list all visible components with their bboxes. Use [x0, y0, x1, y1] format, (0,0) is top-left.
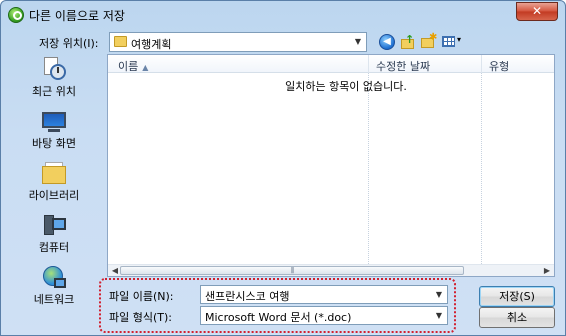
scroll-left-icon[interactable]: ◀	[110, 266, 120, 276]
up-folder-icon[interactable]: ↑	[400, 33, 416, 50]
close-button[interactable]: ✕	[516, 2, 558, 21]
app-logo-icon	[8, 7, 24, 23]
sparkle-icon: ✱	[429, 32, 438, 43]
chevron-down-icon: ▾	[457, 35, 462, 44]
file-type-value: Microsoft Word 문서 (*.doc)	[205, 311, 352, 324]
file-name-input[interactable]: 샌프란시스코 여행 ▼	[200, 285, 448, 304]
title-bar[interactable]: 다른 이름으로 저장 ✕	[1, 1, 565, 29]
place-label: 바탕 화면	[32, 137, 76, 150]
desktop-icon	[40, 108, 68, 136]
network-icon	[40, 264, 68, 292]
recent-places-icon	[40, 56, 68, 84]
save-button[interactable]: 저장(S)	[479, 286, 555, 307]
cancel-button[interactable]: 취소	[479, 307, 555, 328]
file-list[interactable]: 이름 ▲ 수정한 날짜 유형 일치하는 항목이 없습니다. ◀ ||| ▶	[107, 54, 555, 277]
place-desktop[interactable]: 바탕 화면	[10, 105, 98, 153]
save-location-dropdown[interactable]: 여행계획 ▼	[109, 32, 367, 52]
file-list-header: 이름 ▲ 수정한 날짜 유형	[108, 55, 554, 73]
horizontal-scrollbar[interactable]: ◀ ||| ▶	[108, 264, 554, 276]
file-type-dropdown[interactable]: Microsoft Word 문서 (*.doc) ▼	[200, 306, 448, 325]
back-icon[interactable]: ◀	[379, 34, 395, 50]
place-recent[interactable]: 최근 위치	[10, 53, 98, 101]
file-name-value: 샌프란시스코 여행	[205, 290, 290, 303]
chevron-down-icon[interactable]: ▼	[434, 290, 444, 300]
chevron-down-icon[interactable]: ▼	[434, 311, 444, 321]
scroll-right-icon[interactable]: ▶	[542, 266, 552, 276]
column-header-name[interactable]: 이름 ▲	[118, 58, 148, 74]
column-header-modified[interactable]: 수정한 날짜	[376, 58, 430, 74]
sort-ascending-icon: ▲	[142, 63, 149, 72]
folder-icon	[114, 36, 127, 47]
place-label: 라이브러리	[28, 189, 80, 202]
chevron-down-icon[interactable]: ▼	[353, 37, 363, 47]
column-header-type[interactable]: 유형	[489, 58, 509, 74]
file-type-label: 파일 형식(T):	[109, 311, 172, 324]
place-libraries[interactable]: 라이브러리	[10, 157, 98, 205]
place-label: 컴퓨터	[38, 241, 70, 254]
save-location-label: 저장 위치(I):	[39, 37, 99, 50]
computer-icon	[40, 212, 68, 240]
file-name-label: 파일 이름(N):	[109, 290, 174, 303]
place-network[interactable]: 네트워크	[10, 261, 98, 309]
current-folder-name: 여행계획	[131, 38, 172, 51]
window-title: 다른 이름으로 저장	[29, 9, 125, 23]
up-arrow-icon: ↑	[405, 33, 415, 46]
scrollbar-thumb[interactable]: |||	[120, 266, 464, 275]
place-label: 네트워크	[33, 293, 75, 306]
place-computer[interactable]: 컴퓨터	[10, 209, 98, 257]
views-menu-icon[interactable]: ▾	[442, 34, 464, 50]
save-as-dialog: 다른 이름으로 저장 ✕ 저장 위치(I): 여행계획 ▼ ◀ ↑ ✱ ▾ 최근…	[0, 0, 566, 336]
grid-view-icon	[442, 36, 455, 47]
empty-message: 일치하는 항목이 없습니다.	[285, 80, 407, 93]
place-label: 최근 위치	[32, 85, 76, 98]
new-folder-icon[interactable]: ✱	[420, 32, 438, 50]
libraries-icon	[40, 160, 68, 188]
